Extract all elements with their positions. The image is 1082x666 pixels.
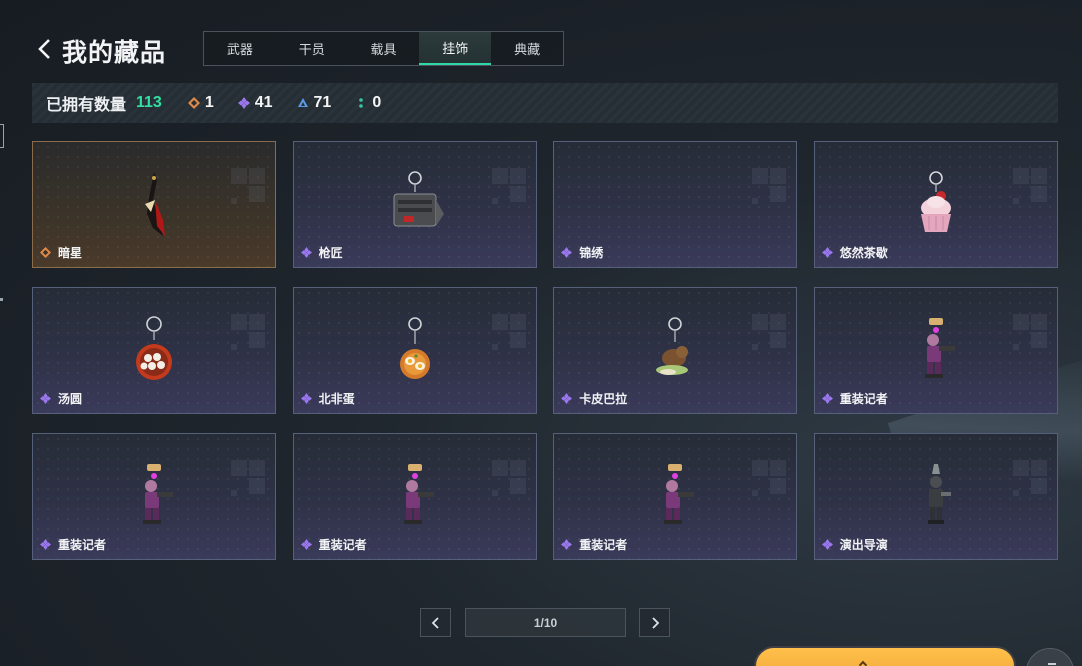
primary-action-button[interactable]	[754, 646, 1016, 666]
purple-rarity-diamond-icon	[237, 97, 250, 109]
menu-bar-icon	[1048, 663, 1056, 665]
charm-name: 悠然茶歇	[839, 246, 888, 260]
owned-count-bar: 已拥有数量 113 1 41 71 0	[32, 83, 1058, 123]
green-rarity-dots-icon	[359, 98, 364, 108]
prev-page-button[interactable]	[420, 608, 451, 637]
next-page-button[interactable]	[639, 608, 670, 637]
chevron-right-icon	[651, 616, 659, 629]
tab-vehicles[interactable]: 载具	[348, 32, 420, 65]
charm-name: 锦绣	[579, 246, 604, 260]
purple-rarity-diamond-icon	[300, 247, 312, 258]
purple-rarity-diamond-icon	[821, 247, 833, 258]
dark-star-charm-icon	[145, 172, 165, 236]
heavy-reporter-figure-icon	[143, 464, 173, 524]
charm-name: 重装记者	[58, 538, 107, 552]
charm-card[interactable]: 演出导演	[813, 433, 1058, 560]
purple-rarity-diamond-icon	[40, 393, 51, 404]
green-count: 0	[355, 94, 381, 112]
left-edge-dot	[0, 298, 3, 301]
purple-rarity-diamond-icon	[561, 247, 573, 258]
purple-rarity-diamond-icon	[40, 539, 51, 550]
charm-card[interactable]: 重装记者	[813, 287, 1058, 414]
heavy-reporter-figure-icon	[403, 464, 434, 524]
purple-rarity-diamond-icon	[561, 539, 573, 550]
gold-count: 1	[187, 94, 214, 112]
charm-card[interactable]: 重装记者	[32, 433, 276, 560]
tab-charms[interactable]: 挂饰	[419, 32, 492, 65]
owned-count-label: 已拥有数量	[46, 97, 127, 114]
charm-card[interactable]: 北非蛋	[292, 287, 537, 414]
charm-name: 北非蛋	[318, 392, 355, 406]
category-tabs: 武器 干员 载具 挂饰 典藏	[203, 31, 564, 66]
chevron-left-icon	[431, 616, 439, 629]
charm-card[interactable]: 汤圆	[32, 287, 276, 414]
heavy-reporter-figure-icon	[664, 464, 695, 524]
charm-name: 演出导演	[839, 538, 888, 552]
charm-name: 重装记者	[579, 538, 628, 552]
charm-grid: 暗星 枪匠 锦绣 悠然茶歇 汤圆 北非蛋 卡皮巴拉 重装记者 重装记者 重装记者…	[32, 141, 1058, 560]
owned-count-total: 113	[136, 94, 162, 111]
gunsmith-charm-icon	[393, 171, 444, 227]
charm-card[interactable]: 枪匠	[292, 141, 537, 268]
charm-card[interactable]: 重装记者	[292, 433, 537, 560]
gold-rarity-diamond-icon	[187, 97, 200, 109]
charm-card[interactable]: 悠然茶歇	[813, 141, 1058, 268]
charm-card[interactable]: 重装记者	[553, 433, 798, 560]
heavy-reporter-figure-icon	[924, 318, 955, 378]
purple-rarity-diamond-icon	[561, 393, 573, 404]
tab-collection[interactable]: 典藏	[491, 32, 563, 65]
blue-count: 71	[297, 94, 331, 112]
charm-name: 重装记者	[839, 392, 888, 406]
gold-rarity-diamond-icon	[40, 247, 51, 258]
purple-rarity-diamond-icon	[821, 539, 833, 550]
charm-card[interactable]: 暗星	[32, 141, 276, 268]
capybara-charm-icon	[656, 317, 689, 375]
purple-rarity-diamond-icon	[821, 393, 833, 404]
show-director-figure-icon	[927, 464, 951, 524]
charm-name: 枪匠	[318, 246, 343, 260]
caret-up-icon	[858, 660, 868, 666]
charm-name: 卡皮巴拉	[579, 392, 628, 406]
charm-card[interactable]: 锦绣	[553, 141, 798, 268]
blue-rarity-triangle-icon	[297, 98, 308, 107]
round-menu-button[interactable]	[1026, 648, 1074, 666]
purple-rarity-diamond-icon	[300, 539, 312, 550]
tab-weapons[interactable]: 武器	[204, 32, 276, 65]
tangyuan-bowl-charm-icon	[136, 316, 172, 380]
purple-rarity-diamond-icon	[300, 393, 312, 404]
chevron-left-icon	[38, 39, 50, 59]
tab-operators[interactable]: 干员	[276, 32, 348, 65]
page-title: 我的藏品	[62, 39, 167, 67]
charm-card[interactable]: 卡皮巴拉	[553, 287, 798, 414]
back-button[interactable]	[34, 36, 56, 62]
charm-name: 汤圆	[58, 392, 83, 406]
purple-count: 41	[237, 94, 273, 112]
left-edge-marker	[0, 124, 4, 148]
charm-name: 暗星	[58, 246, 83, 260]
shakshuka-pan-charm-icon	[399, 317, 430, 379]
page-indicator: 1/10	[465, 608, 626, 637]
cupcake-charm-icon	[920, 171, 951, 232]
charm-name: 重装记者	[318, 538, 367, 552]
